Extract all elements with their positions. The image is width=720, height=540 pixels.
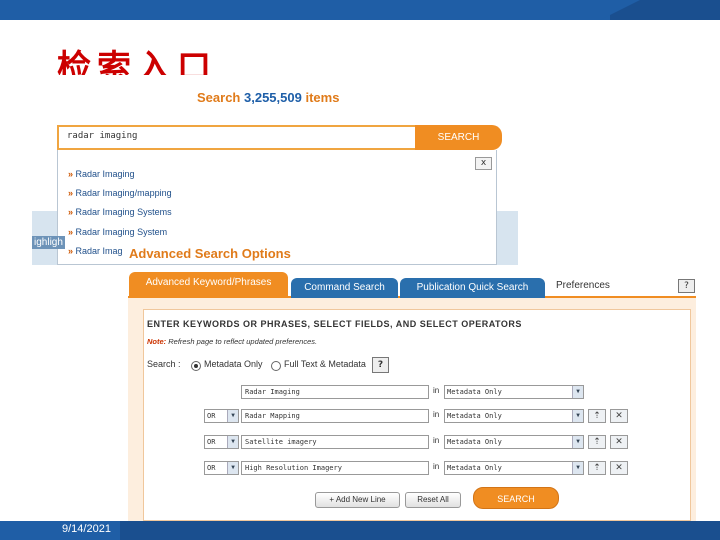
chevron-right-icon: »: [68, 207, 74, 217]
search-scope-label: Search :: [147, 359, 181, 369]
suggestion-item[interactable]: » Radar Imaging Systems: [68, 207, 172, 217]
suggestion-item[interactable]: » Radar Imaging: [68, 169, 135, 179]
chevron-down-icon: ▼: [572, 436, 583, 448]
move-up-icon[interactable]: ⇡: [588, 461, 606, 475]
reset-all-button[interactable]: Reset All: [405, 492, 461, 508]
term-input[interactable]: Satellite imagery: [241, 435, 429, 449]
field-select[interactable]: Metadata Only ▼: [444, 461, 584, 475]
term-input[interactable]: High Resolution Imagery: [241, 461, 429, 475]
in-label: in: [433, 462, 440, 471]
background-fragment-text: ighligh: [32, 236, 65, 249]
chevron-right-icon: »: [68, 169, 74, 179]
preferences-note: Note: Refresh page to reflect updated pr…: [147, 337, 318, 346]
remove-line-icon[interactable]: ✕: [610, 409, 628, 423]
chevron-right-icon: »: [68, 246, 74, 256]
top-banner-highlight: [0, 0, 610, 20]
search-input[interactable]: radar imaging: [57, 125, 417, 150]
tab-advanced-keyword[interactable]: Advanced Keyword/Phrases: [129, 272, 288, 296]
tab-command-search[interactable]: Command Search: [291, 278, 398, 298]
in-label: in: [433, 410, 440, 419]
scope-help-button[interactable]: ?: [372, 357, 389, 373]
field-select[interactable]: Metadata Only ▼: [444, 385, 584, 399]
remove-line-icon[interactable]: ✕: [610, 461, 628, 475]
chevron-down-icon: ▼: [227, 462, 238, 474]
chevron-down-icon: ▼: [227, 410, 238, 422]
full-text-radio[interactable]: [271, 361, 281, 371]
chevron-right-icon: »: [68, 227, 74, 237]
advanced-search-button[interactable]: SEARCH: [473, 487, 559, 509]
tab-publication-quick-search[interactable]: Publication Quick Search: [400, 278, 545, 298]
field-select[interactable]: Metadata Only ▼: [444, 435, 584, 449]
search-count-prefix: Search: [197, 90, 241, 105]
in-label: in: [433, 386, 440, 395]
top-banner-diagonal: [600, 0, 640, 20]
field-select[interactable]: Metadata Only ▼: [444, 409, 584, 423]
search-count-number: 3,255,509: [244, 90, 302, 105]
footer-date: 9/14/2021: [62, 523, 111, 535]
chevron-down-icon: ▼: [572, 386, 583, 398]
chevron-down-icon: ▼: [227, 436, 238, 448]
chevron-down-icon: ▼: [572, 462, 583, 474]
chevron-down-icon: ▼: [572, 410, 583, 422]
term-input[interactable]: Radar Mapping: [241, 409, 429, 423]
search-count-heading: Search 3,255,509 items: [197, 90, 339, 105]
operator-select[interactable]: OR ▼: [204, 461, 239, 475]
add-new-line-button[interactable]: + Add New Line: [315, 492, 400, 508]
search-button[interactable]: SEARCH: [415, 125, 502, 150]
suggestion-item[interactable]: » Radar Imaging System: [68, 227, 167, 237]
tab-preferences[interactable]: Preferences: [556, 280, 610, 291]
suggestion-close-button[interactable]: x: [475, 157, 492, 170]
move-up-icon[interactable]: ⇡: [588, 409, 606, 423]
remove-line-icon[interactable]: ✕: [610, 435, 628, 449]
form-heading: ENTER KEYWORDS OR PHRASES, SELECT FIELDS…: [147, 319, 522, 329]
suggestion-item[interactable]: » Radar Imag: [68, 246, 123, 256]
suggestion-item[interactable]: » Radar Imaging/mapping: [68, 188, 172, 198]
advanced-search-title: Advanced Search Options: [129, 246, 291, 261]
operator-select[interactable]: OR ▼: [204, 409, 239, 423]
move-up-icon[interactable]: ⇡: [588, 435, 606, 449]
chevron-right-icon: »: [68, 188, 74, 198]
term-input[interactable]: Radar Imaging: [241, 385, 429, 399]
metadata-only-radio[interactable]: [191, 361, 201, 371]
operator-select[interactable]: OR ▼: [204, 435, 239, 449]
help-button[interactable]: ?: [678, 279, 695, 293]
full-text-label: Full Text & Metadata: [284, 359, 366, 369]
metadata-only-label: Metadata Only: [204, 359, 263, 369]
in-label: in: [433, 436, 440, 445]
search-count-suffix: items: [305, 90, 340, 105]
